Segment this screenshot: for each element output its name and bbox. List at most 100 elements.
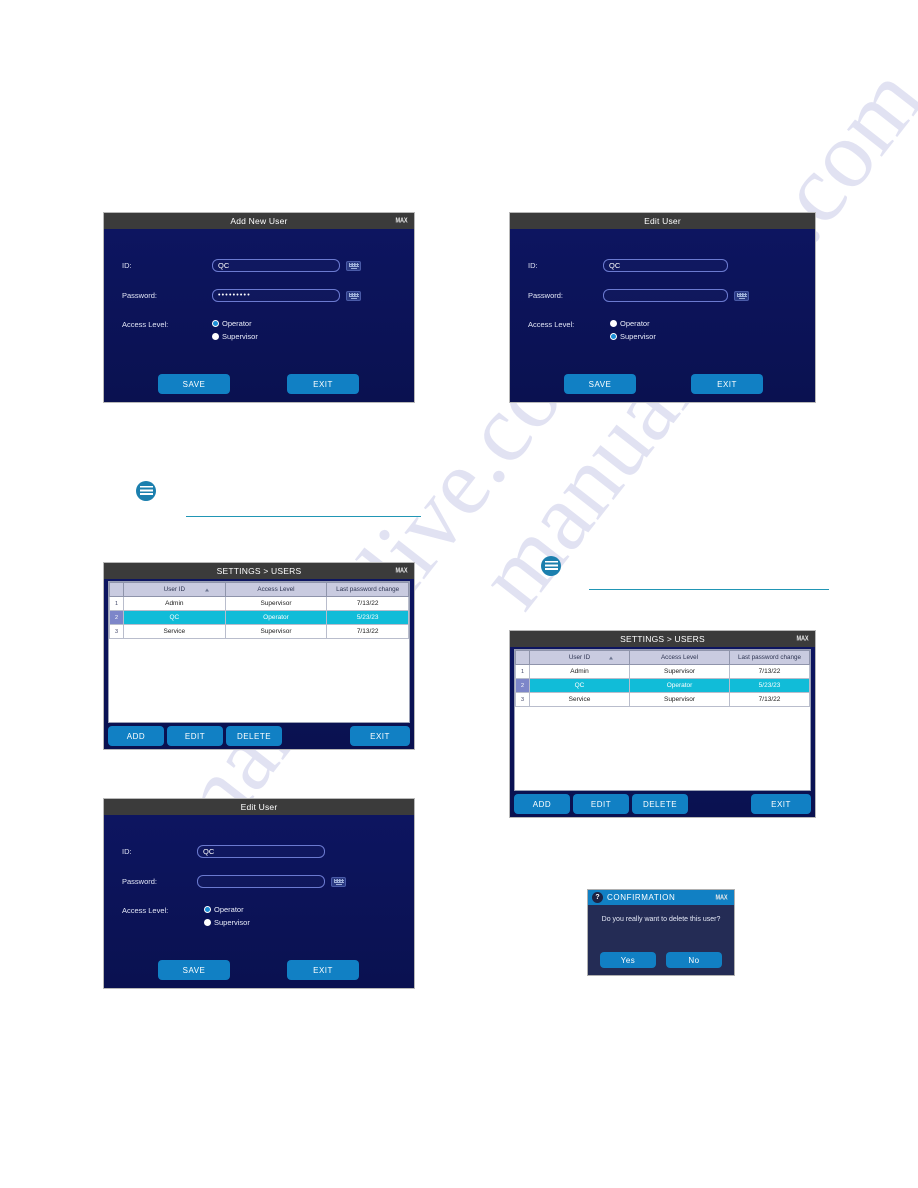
note-icon bbox=[541, 556, 561, 576]
max-logo: MAX bbox=[715, 894, 728, 901]
cell-user-id: QC bbox=[528, 678, 631, 693]
screen-header: Edit User bbox=[510, 213, 815, 229]
add-button[interactable]: ADD bbox=[108, 726, 164, 746]
no-button[interactable]: No bbox=[666, 952, 722, 968]
exit-button[interactable]: EXIT bbox=[287, 960, 359, 980]
password-row: Password: bbox=[528, 289, 749, 302]
radio-supervisor[interactable]: Supervisor bbox=[204, 918, 250, 927]
radio-indicator-operator[interactable] bbox=[204, 906, 211, 913]
cell-last-password-change: 7/13/22 bbox=[326, 624, 409, 639]
radio-supervisor[interactable]: Supervisor bbox=[610, 332, 656, 341]
radio-indicator-supervisor[interactable] bbox=[212, 333, 219, 340]
keyboard-icon[interactable] bbox=[331, 876, 346, 887]
id-input[interactable]: QC bbox=[212, 259, 340, 272]
save-button[interactable]: SAVE bbox=[158, 374, 230, 394]
radio-indicator-operator[interactable] bbox=[610, 320, 617, 327]
radio-supervisor[interactable]: Supervisor bbox=[212, 332, 258, 341]
save-button[interactable]: SAVE bbox=[158, 960, 230, 980]
radio-label-supervisor: Supervisor bbox=[214, 918, 250, 927]
password-row: Password: bbox=[122, 875, 346, 888]
access-level-group: Access Level: Operator Supervisor bbox=[122, 319, 258, 345]
radio-operator[interactable]: Operator bbox=[212, 319, 258, 328]
keyboard-icon[interactable] bbox=[346, 290, 361, 301]
access-level-group: Access Level: Operator Supervisor bbox=[528, 319, 656, 345]
screen-header: SETTINGS > USERS MAX bbox=[104, 563, 414, 579]
id-row: ID: QC bbox=[122, 845, 325, 858]
column-header-access-level[interactable]: Access Level bbox=[629, 650, 731, 665]
access-level-label: Access Level: bbox=[122, 906, 169, 915]
row-number: 3 bbox=[109, 624, 124, 639]
column-header-last-password-change[interactable]: Last password change bbox=[326, 582, 409, 597]
column-header-label: User ID bbox=[163, 586, 185, 593]
id-label: ID: bbox=[528, 261, 538, 270]
access-level-label: Access Level: bbox=[122, 320, 169, 329]
radio-indicator-operator[interactable] bbox=[212, 320, 219, 327]
radio-label-operator: Operator bbox=[214, 905, 244, 914]
row-number: 2 bbox=[515, 678, 530, 693]
max-logo: MAX bbox=[395, 567, 408, 575]
column-header-access-level[interactable]: Access Level bbox=[224, 582, 328, 597]
screen-body: User ID Access Level Last password chang… bbox=[104, 579, 414, 749]
id-input[interactable]: QC bbox=[603, 259, 728, 272]
cell-access-level: Supervisor bbox=[629, 664, 731, 679]
edit-button[interactable]: EDIT bbox=[573, 794, 629, 814]
cell-access-level: Operator bbox=[629, 678, 731, 693]
radio-indicator-supervisor[interactable] bbox=[204, 919, 211, 926]
table-header-row: User ID Access Level Last password chang… bbox=[515, 650, 810, 665]
yes-button[interactable]: Yes bbox=[600, 952, 656, 968]
users-table-container[interactable]: User ID Access Level Last password chang… bbox=[514, 649, 811, 791]
table-row[interactable]: 2 QC Operator 5/23/23 bbox=[515, 678, 810, 693]
page-title: SETTINGS > USERS bbox=[216, 566, 302, 576]
cell-last-password-change: 5/23/23 bbox=[326, 610, 409, 625]
exit-button[interactable]: EXIT bbox=[751, 794, 811, 814]
delete-button[interactable]: DELETE bbox=[226, 726, 282, 746]
cell-last-password-change: 7/13/22 bbox=[729, 692, 810, 707]
column-header-rownum bbox=[515, 650, 530, 665]
edit-button[interactable]: EDIT bbox=[167, 726, 223, 746]
max-logo: MAX bbox=[395, 217, 408, 225]
screen-body: ID: QC Password: Access Level: Operator … bbox=[510, 229, 815, 402]
save-button[interactable]: SAVE bbox=[564, 374, 636, 394]
cell-user-id: Admin bbox=[123, 596, 226, 611]
keyboard-icon[interactable] bbox=[734, 290, 749, 301]
column-header-last-password-change[interactable]: Last password change bbox=[729, 650, 810, 665]
access-level-group: Access Level: Operator Supervisor bbox=[122, 905, 250, 931]
exit-button[interactable]: EXIT bbox=[287, 374, 359, 394]
users-table-container[interactable]: User ID Access Level Last password chang… bbox=[108, 581, 410, 723]
column-header-user-id[interactable]: User ID bbox=[123, 582, 226, 597]
screen-edit-user-bottom: Edit User ID: QC Password: Access Level:… bbox=[104, 799, 414, 988]
add-button[interactable]: ADD bbox=[514, 794, 570, 814]
delete-button[interactable]: DELETE bbox=[632, 794, 688, 814]
table-row[interactable]: 3 Service Supervisor 7/13/22 bbox=[515, 692, 810, 707]
password-input[interactable]: ••••••••• bbox=[218, 292, 251, 299]
password-row: Password: ••••••••• bbox=[122, 289, 361, 302]
page-title: Edit User bbox=[240, 802, 278, 812]
cell-last-password-change: 5/23/23 bbox=[729, 678, 810, 693]
column-header-user-id[interactable]: User ID bbox=[528, 650, 631, 665]
keyboard-icon[interactable] bbox=[346, 260, 361, 271]
users-table: User ID Access Level Last password chang… bbox=[515, 650, 810, 707]
cell-last-password-change: 7/13/22 bbox=[729, 664, 810, 679]
max-logo: MAX bbox=[796, 635, 809, 643]
row-number: 2 bbox=[109, 610, 124, 625]
dialog-title: CONFIRMATION bbox=[607, 893, 676, 902]
radio-label-supervisor: Supervisor bbox=[222, 332, 258, 341]
dialog-message: Do you really want to delete this user? bbox=[601, 916, 721, 923]
table-row[interactable]: 3 Service Supervisor 7/13/22 bbox=[109, 624, 409, 639]
exit-button[interactable]: EXIT bbox=[691, 374, 763, 394]
cell-access-level: Supervisor bbox=[224, 596, 328, 611]
screen-edit-user-top: Edit User ID: QC Password: Access Level:… bbox=[510, 213, 815, 402]
screen-header: SETTINGS > USERS MAX bbox=[510, 631, 815, 647]
screen-header: Add New User MAX bbox=[104, 213, 414, 229]
table-row[interactable]: 1 Admin Supervisor 7/13/22 bbox=[515, 664, 810, 679]
table-header-row: User ID Access Level Last password chang… bbox=[109, 582, 409, 597]
radio-indicator-supervisor[interactable] bbox=[610, 333, 617, 340]
table-empty-area bbox=[515, 707, 810, 790]
cell-user-id: Admin bbox=[528, 664, 631, 679]
table-row[interactable]: 1 Admin Supervisor 7/13/22 bbox=[109, 596, 409, 611]
id-input[interactable]: QC bbox=[197, 845, 325, 858]
radio-operator[interactable]: Operator bbox=[610, 319, 656, 328]
table-row[interactable]: 2 QC Operator 5/23/23 bbox=[109, 610, 409, 625]
exit-button[interactable]: EXIT bbox=[350, 726, 410, 746]
radio-operator[interactable]: Operator bbox=[204, 905, 250, 914]
